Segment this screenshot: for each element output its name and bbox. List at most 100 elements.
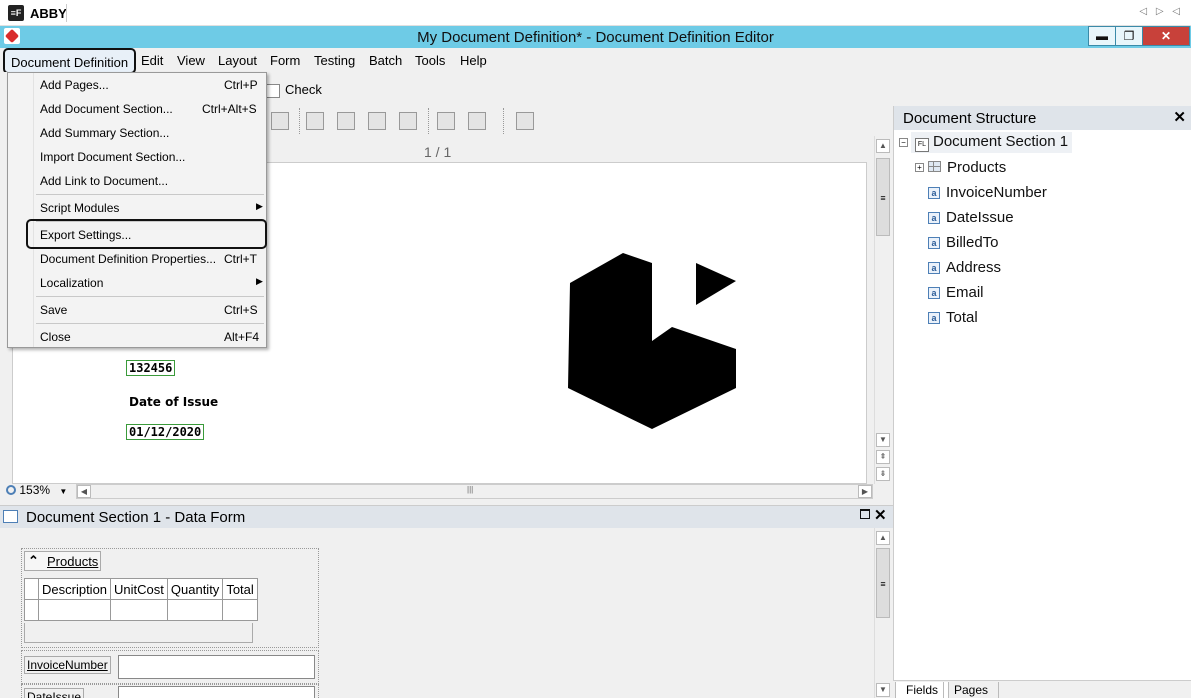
- menu-testing[interactable]: Testing: [314, 53, 355, 68]
- hscroll-thumb[interactable]: |||: [467, 485, 473, 494]
- data-form-header: Document Section 1 - Data Form ✕: [0, 506, 893, 528]
- close-data-form-icon[interactable]: ✕: [874, 506, 887, 524]
- scroll-down-button[interactable]: ▼: [876, 683, 890, 697]
- menu-batch[interactable]: Batch: [369, 53, 402, 68]
- tree-item-billedto[interactable]: a BilledTo: [928, 234, 999, 251]
- table-cell[interactable]: [37, 599, 112, 621]
- column-header-unitcost[interactable]: UnitCost: [110, 578, 168, 600]
- close-structure-icon[interactable]: ✕: [1173, 108, 1186, 126]
- date-issue-region[interactable]: 01/12/2020: [126, 424, 205, 440]
- scroll-left-button[interactable]: ◀: [77, 485, 91, 498]
- menu-layout[interactable]: Layout: [218, 53, 257, 68]
- divider: [66, 4, 67, 22]
- products-header[interactable]: ⌃ Products: [24, 551, 101, 571]
- tree-item-email[interactable]: a Email: [928, 284, 984, 301]
- column-header-quantity[interactable]: Quantity: [166, 578, 224, 600]
- menu-item-label: Add Link to Document...: [40, 174, 169, 188]
- table-cell[interactable]: [110, 599, 168, 621]
- column-header-total[interactable]: Total: [222, 578, 258, 600]
- maximize-panel-icon[interactable]: [860, 509, 870, 519]
- zoom-dropdown-arrow-icon[interactable]: ▼: [59, 487, 67, 496]
- menu-separator: [36, 194, 264, 195]
- delete-region-icon[interactable]: [516, 112, 534, 130]
- menu-item-add-pages[interactable]: Add Pages... Ctrl+P: [40, 78, 258, 92]
- zoom-control[interactable]: 153% ▼: [6, 483, 67, 497]
- scroll-up-button[interactable]: ▲: [876, 531, 890, 545]
- app-name[interactable]: ABBY: [30, 6, 67, 21]
- menu-separator: [36, 296, 264, 297]
- tree-item-total[interactable]: a Total: [928, 309, 978, 326]
- menu-help[interactable]: Help: [460, 53, 487, 68]
- menu-tools[interactable]: Tools: [415, 53, 445, 68]
- menu-item-localization[interactable]: Localization ▶: [40, 276, 263, 290]
- menu-item-add-link-to-document[interactable]: Add Link to Document...: [40, 174, 168, 188]
- checkbox-tool-icon[interactable]: [271, 112, 289, 130]
- menu-document-definition[interactable]: Document Definition: [3, 48, 137, 74]
- tab-pages[interactable]: Pages: [943, 682, 1000, 698]
- document-vertical-scrollbar[interactable]: ▲ ≡ ▼ ⇞ ⇟: [874, 136, 891, 484]
- data-form-vertical-scrollbar[interactable]: ▲ ≡ ▼: [874, 528, 891, 698]
- page-down-button[interactable]: ⇟: [876, 467, 890, 481]
- tab-fields[interactable]: Fields: [895, 682, 950, 698]
- scroll-thumb[interactable]: ≡: [876, 158, 890, 236]
- date-of-issue-label: Date of Issue: [129, 395, 219, 409]
- menu-item-label: Script Modules: [40, 201, 120, 215]
- toolbar-separator: [503, 108, 504, 134]
- data-form-body: ⌃ Products Description UnitCost Quantity…: [0, 528, 876, 698]
- menu-edit[interactable]: Edit: [141, 53, 163, 68]
- table-cell[interactable]: [166, 599, 224, 621]
- collapse-section-icon[interactable]: −: [899, 138, 908, 147]
- products-table[interactable]: Description UnitCost Quantity Total: [24, 578, 258, 621]
- table-cell[interactable]: [222, 599, 258, 621]
- picture-tool-icon[interactable]: [337, 112, 355, 130]
- region-alt-tool-icon[interactable]: [468, 112, 486, 130]
- menu-item-add-summary-section[interactable]: Add Summary Section...: [40, 126, 169, 140]
- menu-item-script-modules[interactable]: Script Modules ▶: [40, 201, 263, 215]
- barcode-tool-icon[interactable]: [306, 112, 324, 130]
- menu-item-add-document-section[interactable]: Add Document Section... Ctrl+Alt+S: [40, 102, 257, 116]
- column-header-description[interactable]: Description: [37, 578, 112, 600]
- menu-item-import-document-section[interactable]: Import Document Section...: [40, 150, 185, 164]
- region-tool-icon[interactable]: [437, 112, 455, 130]
- document-horizontal-scrollbar[interactable]: ◀ ||| ▶: [76, 484, 873, 499]
- toolbar-separator: [299, 108, 300, 134]
- tree-item-label: InvoiceNumber: [946, 184, 1047, 201]
- menu-item-save[interactable]: Save Ctrl+S: [40, 303, 258, 317]
- table-tool-icon[interactable]: [368, 112, 386, 130]
- menu-item-document-definition-properties[interactable]: Document Definition Properties... Ctrl+T: [40, 252, 257, 266]
- structure-title: Document Structure: [903, 110, 1037, 127]
- invoice-number-region[interactable]: 132456: [126, 360, 176, 376]
- menu-form[interactable]: Form: [270, 53, 300, 68]
- scroll-down-button[interactable]: ▼: [876, 433, 890, 447]
- scroll-up-button[interactable]: ▲: [876, 139, 890, 153]
- check-button[interactable]: Check: [285, 82, 322, 97]
- menu-icon-strip: [8, 73, 34, 347]
- menu-view[interactable]: View: [177, 53, 205, 68]
- scroll-thumb[interactable]: ≡: [876, 548, 890, 618]
- tree-item-products[interactable]: Products: [928, 159, 1006, 176]
- tree-item-invoicenumber[interactable]: a InvoiceNumber: [928, 184, 1047, 201]
- nav-arrows-icon[interactable]: ◁ ▷ ◁: [1139, 6, 1183, 17]
- invoicenumber-label[interactable]: InvoiceNumber: [24, 656, 111, 674]
- tree-section[interactable]: FL Document Section 1: [911, 132, 1073, 153]
- check-icon[interactable]: [266, 84, 280, 98]
- tree-item-label: DateIssue: [946, 209, 1014, 226]
- tree-item-address[interactable]: a Address: [928, 259, 1001, 276]
- scroll-right-button[interactable]: ▶: [858, 485, 872, 498]
- collapse-products-icon[interactable]: ⌃: [28, 553, 39, 569]
- shortcut-label: Ctrl+P: [224, 78, 258, 92]
- minimize-button[interactable]: ▬: [1088, 26, 1116, 46]
- menu-item-close[interactable]: Close Alt+F4: [40, 330, 259, 344]
- products-link[interactable]: Products: [47, 554, 98, 569]
- tree-item-dateissue[interactable]: a DateIssue: [928, 209, 1014, 226]
- data-form-icon: [3, 510, 18, 523]
- text-field-icon: a: [928, 262, 940, 274]
- dateissue-input[interactable]: [118, 686, 315, 698]
- invoicenumber-input[interactable]: [118, 655, 315, 679]
- dateissue-label[interactable]: DateIssue: [24, 688, 85, 698]
- page-up-button[interactable]: ⇞: [876, 450, 890, 464]
- close-window-button[interactable]: ✕: [1142, 26, 1190, 46]
- expand-products-icon[interactable]: +: [915, 163, 924, 172]
- restore-button[interactable]: ❐: [1115, 26, 1143, 46]
- group-tool-icon[interactable]: [399, 112, 417, 130]
